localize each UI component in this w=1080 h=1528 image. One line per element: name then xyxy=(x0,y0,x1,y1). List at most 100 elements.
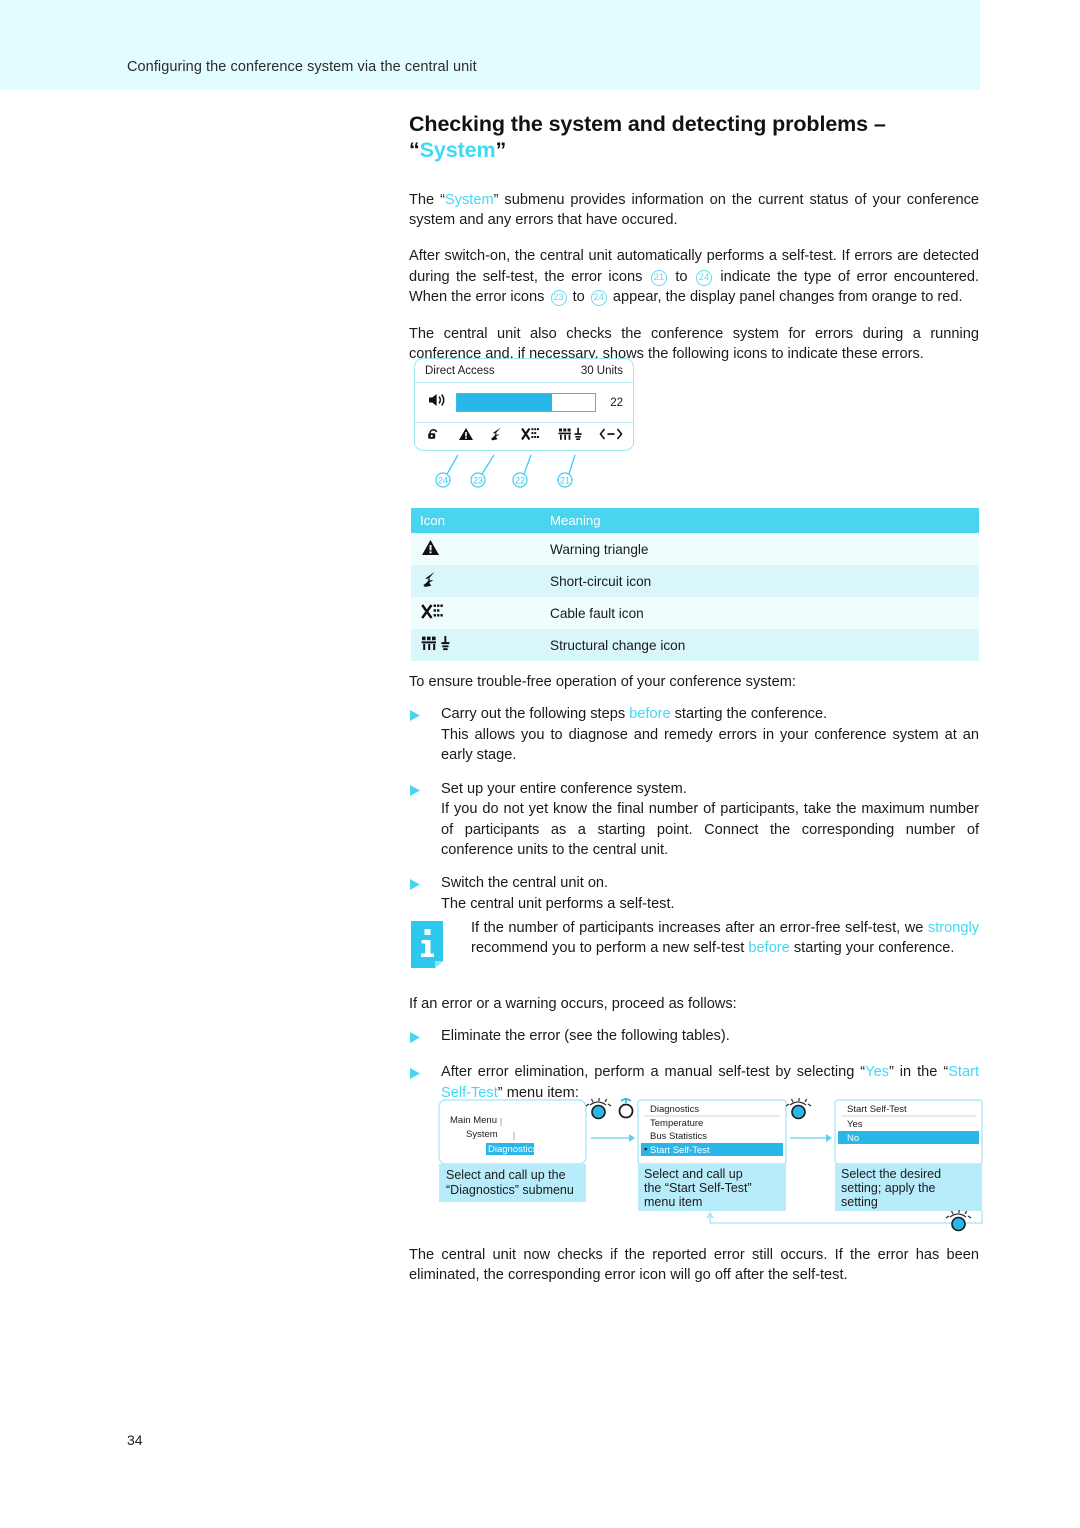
bullet-2-body: If you do not yet know the final number … xyxy=(441,801,979,858)
list-item: Eliminate the error (see the following t… xyxy=(409,1026,979,1049)
error-bullet-2-b: ” in the “ xyxy=(888,1064,949,1081)
workflow-caption-2-line1: Select and call up xyxy=(644,1167,743,1181)
table-header-icon: Icon xyxy=(411,508,541,533)
bullet-triangle-icon xyxy=(409,873,441,914)
header-band xyxy=(0,0,980,90)
workflow-2-line-temperature: Temperature xyxy=(650,1118,703,1129)
table-row: Structural change icon xyxy=(411,629,979,661)
error-section: If an error or a warning occurs, proceed… xyxy=(409,994,979,1103)
list-item-text: Eliminate the error (see the following t… xyxy=(441,1026,979,1049)
structural-change-icon xyxy=(558,427,584,446)
table-row: Warning triangle xyxy=(411,533,979,565)
bullet-1-body: This allows you to diagnose and remedy e… xyxy=(441,726,979,764)
bullet-triangle-icon xyxy=(409,704,441,765)
paragraph-if-error: If an error or a warning occurs, proceed… xyxy=(409,996,737,1012)
bullet-1-accent: before xyxy=(629,706,671,723)
workflow-1-line-main-menu: Main Menu xyxy=(450,1115,497,1126)
table-header-row: Icon Meaning xyxy=(411,508,979,533)
p2-text-e: appear, the display panel changes from o… xyxy=(608,289,963,306)
lcd-status-row xyxy=(415,423,633,450)
list-item: Carry out the following steps before sta… xyxy=(409,704,979,765)
workflow-caption-1-line2: “Diagnostics” submenu xyxy=(446,1183,574,1197)
callout-22: 22 xyxy=(515,475,525,485)
note-accent-strongly: strongly xyxy=(927,920,979,936)
note-text-c: starting your conference. xyxy=(789,940,955,957)
callout-21: 21 xyxy=(560,475,570,485)
lcd-title: Direct Access xyxy=(425,365,495,377)
p1-text-a: The “ xyxy=(409,191,445,208)
bullet-3-lead: Switch the central unit on. xyxy=(441,875,609,892)
table-header-meaning: Meaning xyxy=(541,508,979,533)
setup-bullet-list: Carry out the following steps before sta… xyxy=(409,704,979,914)
workflow-1-line-diagnostics: Diagnostics xyxy=(488,1144,537,1155)
workflow-caption-2-line3: menu item xyxy=(644,1195,702,1209)
callout-ref-24b: 24 xyxy=(590,290,607,307)
p2-text-b: to xyxy=(668,268,694,285)
callout-ref-23: 23 xyxy=(550,290,567,307)
page-number: 34 xyxy=(127,1432,143,1448)
page-title-part2: ” xyxy=(495,137,507,162)
display-panel-figure: Direct Access 30 Units 22 24 23 22 21 xyxy=(414,358,634,488)
list-item: Set up your entire conference system. If… xyxy=(409,779,979,861)
error-bullet-2-a: After error elimination, perform a manua… xyxy=(441,1064,866,1081)
workflow-3-line-start-self-test: Start Self-Test xyxy=(847,1104,907,1115)
lcd-title-row: Direct Access 30 Units xyxy=(415,359,633,383)
display-callout-labels: 24 23 22 21 xyxy=(414,452,634,488)
workflow-3-line-no: No xyxy=(847,1133,859,1144)
rotate-knob-icon-2 xyxy=(785,1098,812,1120)
closing-section: The central unit now checks if the repor… xyxy=(409,1245,979,1286)
lcd-units: 30 Units xyxy=(580,365,623,377)
page-title: Checking the system and detecting proble… xyxy=(409,112,979,164)
note-text-a: If the number of participants increases … xyxy=(471,920,928,936)
short-circuit-icon xyxy=(411,565,541,597)
error-bullet-2-accent-yes: Yes xyxy=(865,1064,889,1081)
structural-change-icon xyxy=(411,629,541,661)
table-cell-meaning: Short-circuit icon xyxy=(541,565,979,597)
workflow-2-line-diagnostics: Diagnostics xyxy=(650,1104,699,1115)
unlocked-icon xyxy=(427,427,443,446)
info-note-text: If the number of participants increases … xyxy=(471,918,979,959)
speaker-icon xyxy=(427,392,449,413)
workflow-return-arrow xyxy=(709,1211,983,1224)
content-column: Checking the system and detecting proble… xyxy=(409,112,979,381)
workflow-caption-1-line1: Select and call up the xyxy=(446,1168,566,1182)
paragraph-ensure: To ensure trouble-free operation of your… xyxy=(409,674,796,690)
workflow-2-line-bus-statistics: Bus Statistics xyxy=(650,1131,707,1142)
error-bullet-1-text: Eliminate the error (see the following t… xyxy=(441,1028,730,1045)
running-header-title: Configuring the conference system via th… xyxy=(127,59,477,75)
workflow-caption-3-line1: Select the desired xyxy=(841,1167,941,1181)
list-item-text: Switch the central unit on. The central … xyxy=(441,873,979,914)
volume-bar-fill xyxy=(457,394,553,411)
warning-triangle-icon xyxy=(411,533,541,565)
rotate-knob-icon-1 xyxy=(585,1098,612,1120)
p2-text-d: to xyxy=(568,289,589,306)
callout-24: 24 xyxy=(438,475,448,485)
volume-bar xyxy=(456,393,596,412)
cable-fault-icon xyxy=(521,427,543,446)
list-item-text: Set up your entire conference system. If… xyxy=(441,779,979,861)
table-row: Cable fault icon xyxy=(411,597,979,629)
rotate-knob-icon-3 xyxy=(945,1210,972,1232)
bullet-1-lead: Carry out the following steps xyxy=(441,706,630,723)
workflow-2-line-start-self-test: Start Self-Test xyxy=(650,1145,710,1156)
bullet-2-lead: Set up your entire conference system. xyxy=(441,780,687,797)
paragraph-intro: The “System” submenu provides informatio… xyxy=(409,190,979,231)
warning-triangle-icon xyxy=(458,427,474,446)
lcd-screen: Direct Access 30 Units 22 xyxy=(414,358,634,451)
workflow-caption-3-line3: setting xyxy=(841,1195,878,1209)
list-item: Switch the central unit on. The central … xyxy=(409,873,979,914)
note-text-b: recommend you to perform a new self-test xyxy=(471,940,749,957)
bullet-triangle-icon xyxy=(409,1062,441,1103)
link-icon xyxy=(599,427,623,446)
short-circuit-icon xyxy=(489,427,507,446)
lcd-volume-row: 22 xyxy=(415,383,633,423)
callout-ref-24: 24 xyxy=(695,269,712,286)
table-row: Short-circuit icon xyxy=(411,565,979,597)
table-cell-meaning: Cable fault icon xyxy=(541,597,979,629)
paragraph-selftest: After switch-on, the central unit automa… xyxy=(409,246,979,307)
callout-23: 23 xyxy=(473,475,483,485)
workflow-1-line-system: System xyxy=(466,1129,498,1140)
workflow-diagram: Main Menu System Diagnostics Select and … xyxy=(438,1096,983,1236)
note-accent-before: before xyxy=(748,940,790,957)
table-cell-meaning: Warning triangle xyxy=(541,533,979,565)
